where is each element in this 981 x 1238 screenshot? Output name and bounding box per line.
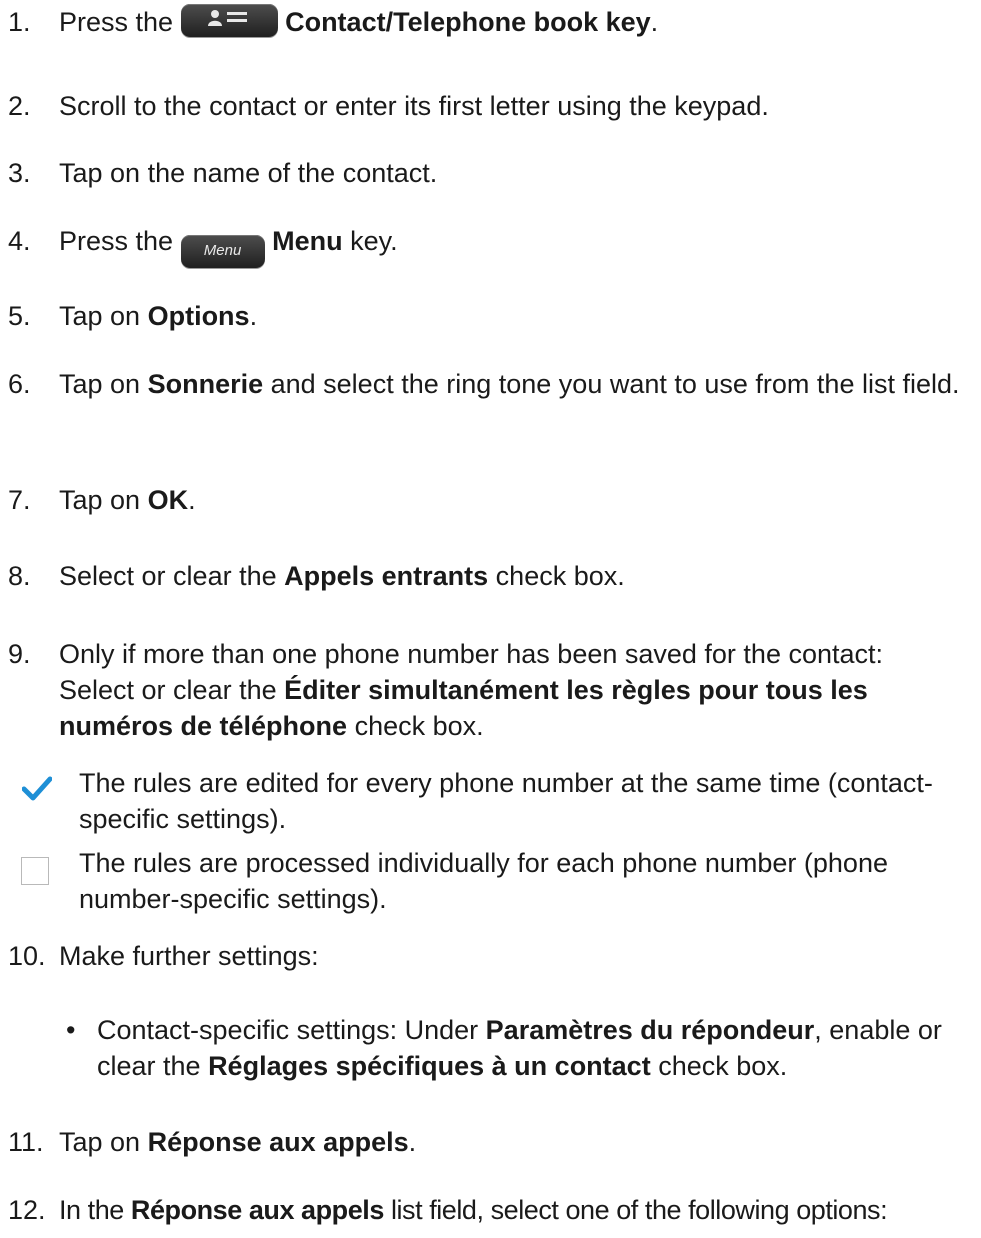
step-bold-term: Appels entrants	[284, 561, 489, 591]
step-number: 6.	[8, 369, 31, 399]
menu-key-icon: Menu	[180, 235, 265, 268]
step-text: Tap on OK.	[59, 482, 961, 518]
bullet-icon: •	[66, 1015, 76, 1045]
step-number: 9.	[8, 639, 31, 669]
sub-bullet-post: check box.	[650, 1051, 788, 1081]
step-number: 5.	[8, 301, 31, 331]
step-number: 10.	[8, 941, 46, 971]
step-text-post: .	[188, 485, 196, 515]
step-number: 12.	[8, 1195, 46, 1225]
contact-key-label: Contact/Telephone book key	[285, 7, 651, 37]
step-text-post: .	[249, 301, 258, 331]
menu-key-label: Menu	[272, 226, 343, 256]
step-text: Scroll to the contact or enter its first…	[59, 91, 769, 121]
step-text-post: and select the ring tone you want to use…	[263, 369, 960, 399]
step-text-pre: Press the	[59, 7, 181, 37]
step-text-pre: In the	[59, 1195, 131, 1225]
step-number: 7.	[8, 485, 31, 515]
step-text-post: .	[650, 7, 659, 37]
step-text-pre: Tap on	[59, 1127, 148, 1157]
step-number: 1.	[8, 7, 31, 37]
step-bold-term: Réponse aux appels	[147, 1127, 409, 1157]
step-text-post: check box.	[347, 711, 484, 741]
step-text-pre: Select or clear the	[59, 561, 285, 591]
step-text: Press the Contact/Telephone book key.	[59, 4, 961, 40]
step-number: 2.	[8, 91, 31, 121]
step-text: Tap on the name of the contact.	[59, 158, 438, 188]
step-text: Only if more than one phone number has b…	[59, 636, 961, 744]
step-text: Tap on Options.	[59, 298, 961, 334]
step-text: In the Réponse aux appels list field, se…	[59, 1192, 961, 1228]
step-number: 3.	[8, 158, 31, 188]
step-number: 8.	[8, 561, 31, 591]
step-text-post: .	[408, 1127, 417, 1157]
step-text: Make further settings:	[59, 941, 319, 971]
step-bold-term: Options	[147, 301, 250, 331]
step-bold-term: OK	[147, 485, 189, 515]
step-bold-term: Réponse aux appels	[130, 1195, 384, 1225]
step-text: Press the Menu Menu key.	[59, 223, 961, 268]
sub-bullet-bold-term: Réglages spécifiques à un contact	[208, 1051, 651, 1081]
checkbox-option-text: The rules are edited for every phone num…	[79, 768, 933, 834]
step-bold-term: Sonnerie	[147, 369, 264, 399]
contact-book-key-icon	[180, 4, 278, 37]
step-text: Select or clear the Appels entrants chec…	[59, 558, 961, 594]
step-text-pre: Tap on	[59, 301, 148, 331]
step-number: 11.	[8, 1127, 44, 1157]
step-text-pre: Tap on	[59, 369, 148, 399]
sub-bullet-text: Contact-specific settings: Under Paramèt…	[97, 1012, 961, 1084]
step-text: Tap on Sonnerie and select the ring tone…	[59, 366, 961, 402]
empty-checkbox-icon	[21, 857, 49, 885]
step-text: Tap on Réponse aux appels.	[59, 1124, 961, 1160]
checkmark-icon	[21, 775, 52, 803]
step-text-post: key.	[342, 226, 398, 256]
sub-bullet-pre: Contact-specific settings: Under	[97, 1015, 486, 1045]
checkbox-option-text: The rules are processed individually for…	[79, 848, 888, 914]
step-text-pre: Press the	[59, 226, 181, 256]
step-number: 4.	[8, 226, 31, 256]
step-text-post: list field, select one of the following …	[383, 1195, 888, 1225]
step-text-pre: Tap on	[59, 485, 148, 515]
step-text-post: check box.	[488, 561, 625, 591]
sub-bullet-bold-term: Paramètres du répondeur	[485, 1015, 815, 1045]
